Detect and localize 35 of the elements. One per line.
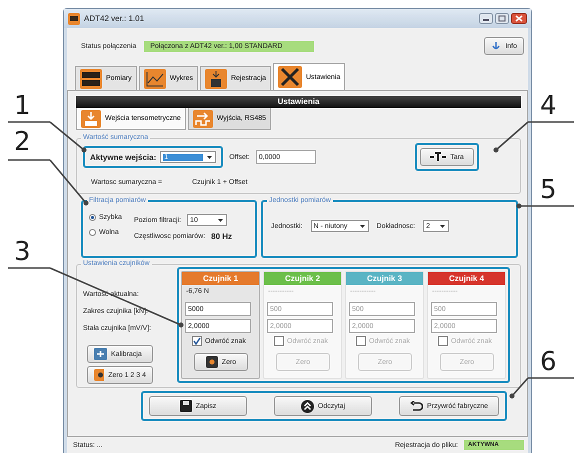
minimize-icon[interactable] [479, 13, 493, 24]
arrow-icon [491, 41, 502, 51]
zero-icon [206, 356, 218, 368]
close-icon[interactable] [511, 13, 527, 24]
active-inputs-label: Aktywne wejścia: [90, 152, 156, 162]
tools-icon [278, 66, 302, 88]
app-icon [68, 12, 80, 24]
sensor-header: Czujnik 3 [346, 272, 423, 285]
callout-number: 5 [540, 176, 557, 204]
zero-icon [94, 369, 104, 381]
box-icon [204, 68, 227, 88]
arrow-right-icon [192, 110, 213, 128]
leader-line [510, 377, 575, 398]
sensor-header: Czujnik 4 [428, 272, 505, 285]
display-icon [80, 68, 102, 88]
callout-number: 4 [540, 92, 557, 120]
callout-number: 1 [14, 92, 31, 120]
callout-number: 2 [14, 128, 31, 156]
callout-number: 3 [14, 238, 31, 266]
callout-number: 6 [540, 348, 557, 376]
sensor-header: Czujnik 2 [264, 272, 341, 285]
sensor-header: Czujnik 1 [182, 272, 259, 285]
frequency-value: 80 Hz [211, 232, 232, 241]
upload-icon [300, 400, 314, 412]
checkmark-icon [193, 337, 201, 345]
chart-icon [144, 68, 166, 88]
leader-line [516, 204, 575, 208]
maximize-icon[interactable] [495, 13, 509, 24]
calibration-icon [94, 348, 107, 360]
tara-icon [430, 152, 446, 162]
panel-header: Ustawienia [76, 96, 521, 108]
undo-arrow-icon [410, 400, 423, 412]
arrow-down-icon [81, 110, 101, 128]
window-title: ADT42 ver.: 1.01 [84, 14, 144, 23]
floppy-icon [180, 400, 192, 412]
